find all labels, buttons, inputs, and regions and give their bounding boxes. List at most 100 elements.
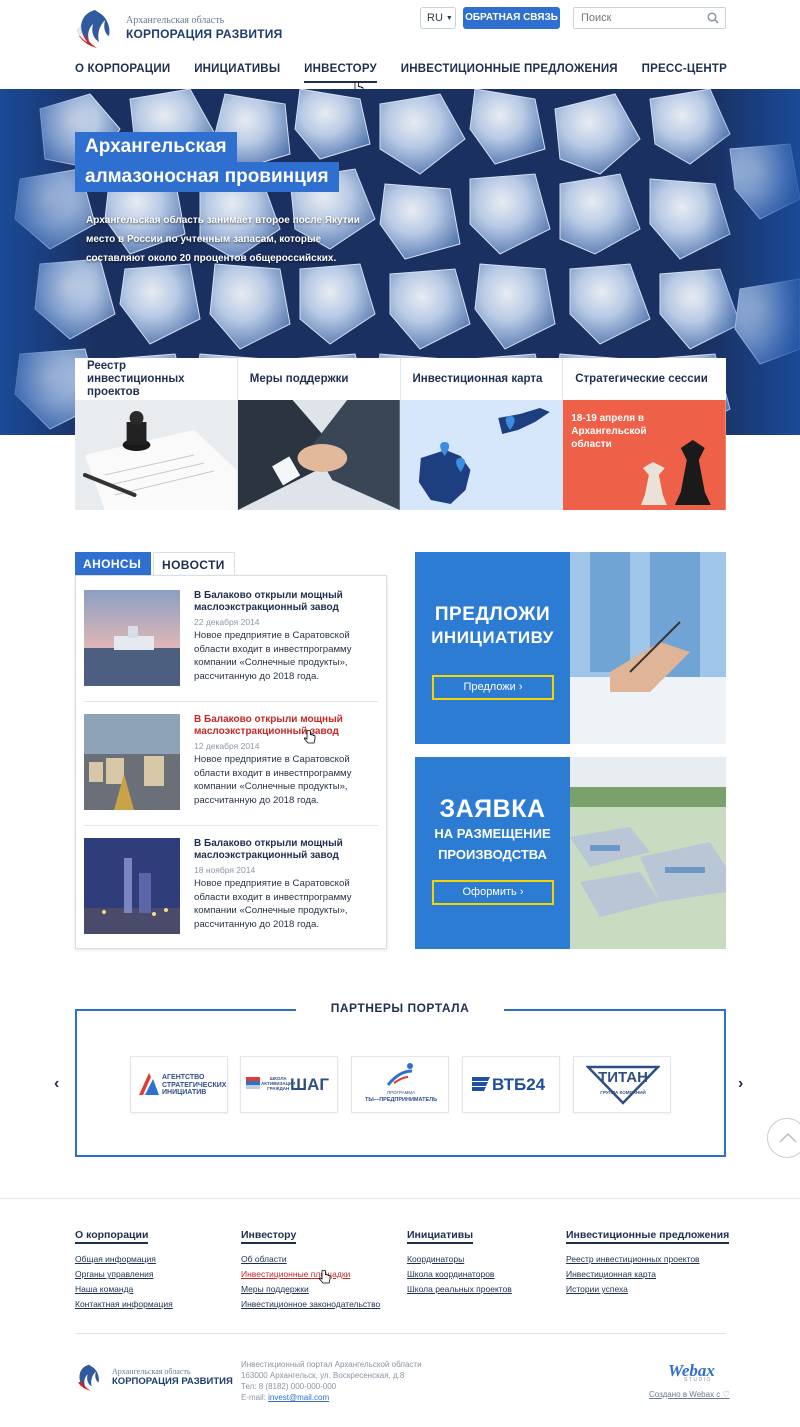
promo-title-line2: ИНИЦИАТИВУ [431,628,554,647]
tile-label: Реестр инвестиционных проектов [87,359,185,398]
promo-image [570,757,726,949]
chevron-left-icon[interactable]: ‹ [54,1075,59,1093]
partner-logo-asi[interactable]: АГЕНТСТВО СТРАТЕГИЧЕСКИХ ИНИЦИАТИВ [130,1056,228,1113]
asi-logo-icon [139,1073,159,1095]
tile-support-measures[interactable]: Меры поддержки [237,358,401,510]
footer-link[interactable]: Инвестиционные площадки [241,1269,380,1279]
tile-project-registry[interactable]: Реестр инвестиционных проектов [75,358,238,510]
logo-bird-icon[interactable] [75,6,115,50]
chevron-right-icon[interactable]: › [738,1075,743,1093]
nav-item-investor[interactable]: ИНВЕСТОРУ [304,63,377,83]
made-by-link[interactable]: Создано в Webax с ♡ [649,1390,730,1399]
tile-strategic-sessions[interactable]: Стратегические сессии 18-19 апреля в Арх… [563,358,726,510]
footer-link[interactable]: Координаторы [407,1254,512,1264]
contact-line: 163000 Архангельск, ул. Воскресенская, д… [241,1371,405,1380]
handshake-image [237,400,400,510]
footer-link[interactable]: Реестр инвестиционных проектов [566,1254,729,1264]
footer-link[interactable]: Школа реальных проектов [407,1284,512,1294]
partner-line: АГЕНТСТВО [162,1074,205,1081]
footer-divider [75,1333,726,1334]
footer-col-title[interactable]: Инвестиционные предложения [566,1229,730,1244]
footer-link[interactable]: Об области [241,1254,380,1264]
footer-link[interactable]: Органы управления [75,1269,173,1279]
shag-logo-icon [246,1077,260,1089]
news-thumbnail [84,590,180,686]
news-date: 22 декабря 2014 [194,617,260,627]
promo-panel [415,552,570,744]
nav-item-about[interactable]: О КОРПОРАЦИИ [75,63,170,83]
tab-announcements[interactable]: АНОНСЫ [75,552,151,576]
list-item[interactable]: В Балаково открыли мощный маслоэкстракци… [84,590,378,702]
hero-description: Архангельская область занимает второе по… [86,215,360,264]
footer-logo-corp: КОРПОРАЦИЯ РАЗВИТИЯ [112,1376,233,1387]
scroll-to-top-button[interactable] [767,1118,800,1158]
footer-col-title[interactable]: Инициативы [407,1229,474,1244]
news-title[interactable]: В Балаково открыли мощный маслоэкстракци… [194,590,374,614]
partner-logo-titan[interactable]: ТИТАН ГРУППА КОМПАНИЙ [573,1056,671,1113]
footer-col-offers: Инвестиционные предложения Реестр инвест… [566,1225,730,1299]
promo-propose-initiative[interactable]: ПРЕДЛОЖИ ИНИЦИАТИВУ Предложи › [415,552,726,744]
tab-news[interactable]: НОВОСТИ [153,552,235,576]
footer-col-investor: Инвестору Об области Инвестиционные площ… [241,1225,380,1314]
news-title[interactable]: В Балаково открыли мощный маслоэкстракци… [194,838,374,862]
footer-link[interactable]: Общая информация [75,1254,173,1264]
hand-cursor-icon [319,1270,331,1284]
promo-title-line3: ПРОИЗВОДСТВА [438,847,547,862]
search-icon[interactable] [707,12,719,24]
footer-link[interactable]: Наша команда [75,1284,173,1294]
language-value: RU [427,12,443,24]
footer-contacts: Инвестиционный портал Архангельской обла… [241,1359,422,1403]
partners-title: ПАРТНЕРЫ ПОРТАЛА [296,1001,504,1015]
chevron-up-icon [779,1132,797,1143]
feedback-button[interactable]: ОБРАТНАЯ СВЯЗЬ [463,7,560,29]
language-select[interactable]: RU ▼ [420,7,456,29]
promo-production-request[interactable]: ЗАЯВКА НА РАЗМЕЩЕНИЕ ПРОИЗВОДСТВА Оформи… [415,757,726,949]
news-date: 18 ноября 2014 [194,865,256,875]
contact-line: Тел: 8 (8182) 000-000-000 [241,1382,337,1391]
hero-title-line2: алмазоносная провинция [75,162,339,192]
nav-item-investment-offers[interactable]: ИНВЕСТИЦИОННЫЕ ПРЕДЛОЖЕНИЯ [401,63,618,83]
promo-image [570,552,726,744]
footer-link[interactable]: Контактная информация [75,1299,173,1309]
vtb-logo-icon [472,1077,490,1091]
list-item[interactable]: В Балаково открыли мощный маслоэкстракци… [84,714,378,826]
footer-logo-bird-icon[interactable] [75,1362,103,1392]
promo-title-line2: НА РАЗМЕЩЕНИЕ [434,826,551,841]
partner-name: ТЫ—ПРЕДПРИНИМАТЕЛЬ [364,1097,438,1103]
footer-link[interactable]: Инвестиционное законодательство [241,1299,380,1309]
search-input[interactable] [574,8,699,28]
partner-name: ТИТАН [598,1069,648,1086]
tile-label: Инвестиционная карта [412,372,543,385]
news-text: Новое предприятие в Саратовской области … [194,630,352,682]
contact-line: Инвестиционный портал Архангельской обла… [241,1360,422,1369]
footer-link[interactable]: Инвестиционная карта [566,1269,729,1279]
nav-item-press-center[interactable]: ПРЕСС-ЦЕНТР [642,63,727,83]
footer-link[interactable]: Истории успеха [566,1284,729,1294]
footer-col-title[interactable]: О корпорации [75,1229,149,1244]
news-text: Новое предприятие в Саратовской области … [194,754,352,806]
tile-investment-map[interactable]: Инвестиционная карта [400,358,564,510]
footer-col-title[interactable]: Инвестору [241,1229,297,1244]
email-link[interactable]: invest@mail.com [268,1393,329,1402]
propose-button[interactable]: Предложи › [432,675,554,700]
tile-overlay-text: 18-19 апреля в Архангельской области [571,413,647,450]
partner-line: СТРАТЕГИЧЕСКИХ [162,1081,227,1089]
footer-link[interactable]: Меры поддержки [241,1284,380,1294]
partner-logo-shag[interactable]: ШКОЛА АКТИВИЗАЦИИ ГРАЖДАН ШАГ [240,1056,338,1113]
contact-email-row: E-mail: invest@mail.com [241,1392,422,1403]
email-label: E-mail: [241,1393,266,1402]
news-title[interactable]: В Балаково открыли мощный маслоэкстракци… [194,714,374,738]
webax-sub: STUDIO [684,1377,712,1383]
list-item[interactable]: В Балаково открыли мощный маслоэкстракци… [84,838,378,950]
footer-link[interactable]: Школа координаторов [407,1269,512,1279]
logo-corp-name[interactable]: КОРПОРАЦИЯ РАЗВИТИЯ [126,27,282,41]
footer-divider [0,1198,800,1199]
nav-item-initiatives[interactable]: ИНИЦИАТИВЫ [194,63,280,83]
partner-line: ГРУППА КОМПАНИЙ [600,1090,646,1095]
partner-logo-vtb24[interactable]: ВТБ24 [462,1056,560,1113]
news-thumbnail [84,714,180,810]
search-box [573,7,726,29]
partner-name: ШАГ [290,1075,329,1094]
apply-button[interactable]: Оформить › [432,880,554,905]
partner-logo-entrepreneur[interactable]: ПРОГРАММА ТЫ—ПРЕДПРИНИМАТЕЛЬ [351,1056,449,1113]
